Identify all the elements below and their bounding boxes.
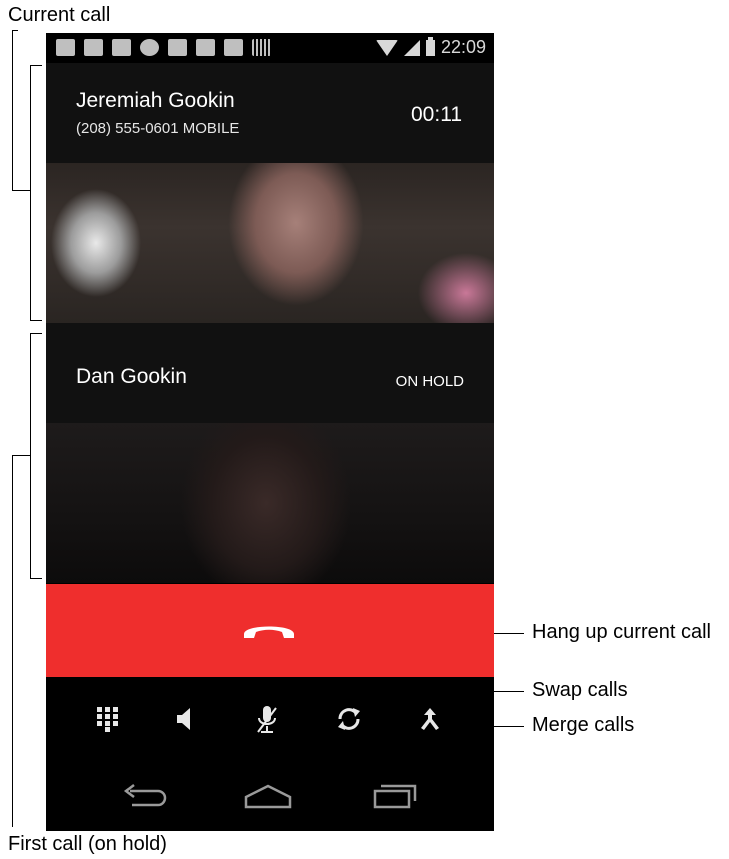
- speaker-button[interactable]: [166, 701, 202, 737]
- message-icon: [56, 39, 75, 56]
- current-call-bracket-connector: [12, 190, 30, 191]
- held-call-range-bracket: [30, 333, 31, 578]
- dialpad-icon: [97, 707, 118, 732]
- speaker-icon: [177, 708, 190, 730]
- current-caller-number: (208) 555-0601 MOBILE: [76, 120, 240, 137]
- merge-calls-icon: [421, 708, 439, 730]
- swap-calls-icon: [338, 708, 360, 730]
- held-caller-photo: [46, 423, 494, 583]
- barcode-icon: [252, 39, 271, 56]
- mute-icon: [257, 706, 277, 733]
- swap-callout: Swap calls: [532, 679, 628, 701]
- notification-icons: [56, 39, 271, 56]
- hang-up-button[interactable]: [46, 584, 494, 677]
- add-contact-icon: [168, 39, 187, 56]
- current-caller-name: Jeremiah Gookin: [76, 89, 235, 112]
- missed-call-icon: [112, 39, 131, 56]
- merge-callout: Merge calls: [532, 714, 635, 736]
- current-call-bracket-top: [12, 30, 18, 31]
- recents-icon: [373, 784, 417, 809]
- held-call-range-top: [30, 333, 42, 334]
- current-call-range-bracket: [30, 65, 31, 320]
- gmail-icon: [84, 39, 103, 56]
- merge-calls-button[interactable]: [412, 701, 448, 737]
- current-call-bracket-left: [12, 30, 13, 190]
- recents-button[interactable]: [370, 781, 420, 811]
- back-icon: [123, 784, 167, 807]
- hang-up-callout: Hang up current call: [532, 621, 711, 643]
- held-call-bracket-connector: [12, 455, 30, 456]
- home-button[interactable]: [243, 781, 293, 811]
- current-call-range-bottom: [30, 320, 42, 321]
- swap-calls-button[interactable]: [331, 701, 367, 737]
- current-call-header: Jeremiah Gookin (208) 555-0601 MOBILE 00…: [46, 63, 494, 163]
- held-caller-name: Dan Gookin: [76, 365, 187, 388]
- wifi-icon: [375, 39, 398, 56]
- status-icons: 22:09: [375, 36, 486, 58]
- held-call-range-bottom: [30, 578, 42, 579]
- current-call-label: Current call: [8, 4, 111, 26]
- current-caller-photo: [46, 163, 494, 323]
- task-done-icon: [224, 39, 243, 56]
- hangouts-icon: [140, 39, 159, 56]
- status-bar: 22:09: [46, 33, 494, 63]
- on-hold-status: ON HOLD: [395, 373, 464, 390]
- current-call-range-top: [30, 65, 42, 66]
- clock: 22:09: [440, 37, 486, 57]
- call-timer: 00:11: [411, 103, 462, 126]
- signal-icon: [403, 39, 420, 56]
- held-call-header[interactable]: Dan Gookin ON HOLD: [46, 323, 494, 423]
- held-call-bracket-left: [12, 455, 13, 827]
- mute-button[interactable]: [249, 701, 285, 737]
- first-call-label: First call (on hold): [8, 833, 167, 855]
- call-controls: [46, 677, 494, 763]
- play-store-icon: [196, 39, 215, 56]
- home-icon: [244, 784, 292, 809]
- back-button[interactable]: [120, 781, 170, 811]
- hang-up-icon: [244, 626, 294, 638]
- nav-bar: [46, 763, 494, 831]
- battery-icon: [425, 36, 435, 56]
- dialpad-button[interactable]: [90, 701, 126, 737]
- phone-screen: 22:09 Jeremiah Gookin (208) 555-0601 MOB…: [46, 33, 494, 831]
